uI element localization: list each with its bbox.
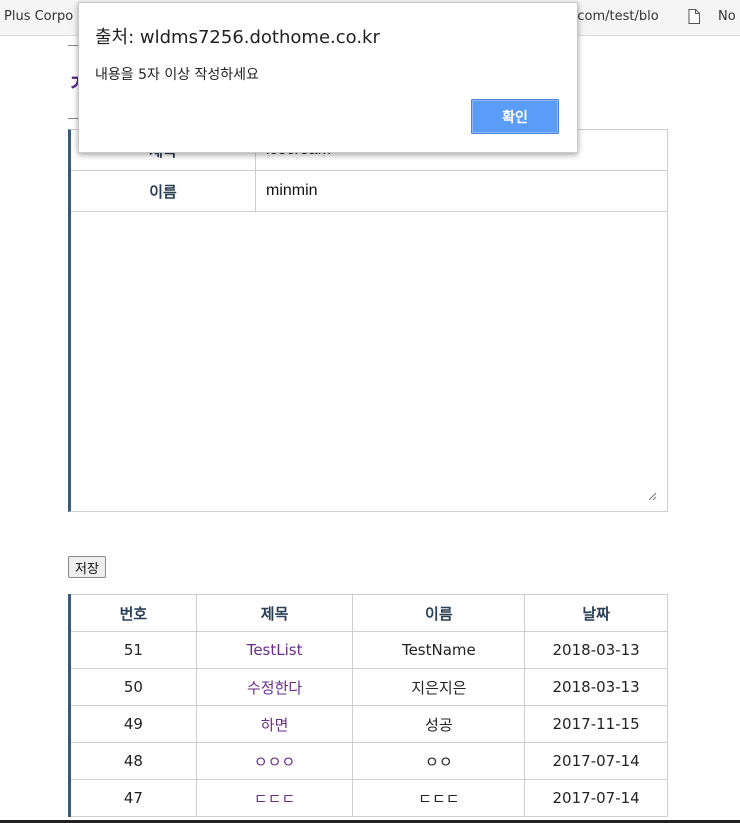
post-list-table: 번호 제목 이름 날짜 51 TestList TestName 2018-03… bbox=[68, 594, 668, 817]
table-row: 49 하면 성공 2017-11-15 bbox=[69, 705, 668, 743]
heading-top-rule bbox=[68, 45, 78, 46]
row-date: 2017-11-15 bbox=[524, 705, 668, 743]
table-row: 48 ㅇㅇㅇ ㅇㅇ 2017-07-14 bbox=[69, 742, 668, 780]
header-date: 날짜 bbox=[524, 594, 668, 632]
row-date: 2018-03-13 bbox=[524, 631, 668, 669]
row-number: 48 bbox=[69, 742, 197, 780]
row-date: 2018-03-13 bbox=[524, 668, 668, 706]
content-area bbox=[71, 212, 667, 511]
row-title-link[interactable]: ㅇㅇㅇ bbox=[195, 742, 354, 780]
row-number: 51 bbox=[69, 631, 197, 669]
row-date: 2017-07-14 bbox=[524, 779, 668, 817]
row-name: 지은지은 bbox=[352, 668, 526, 706]
bookmark-item-blog[interactable]: g.com/test/blo bbox=[565, 9, 659, 24]
name-label: 이름 bbox=[71, 171, 256, 211]
row-date: 2017-07-14 bbox=[524, 742, 668, 780]
save-button[interactable]: 저장 bbox=[68, 556, 106, 578]
row-number: 49 bbox=[69, 705, 197, 743]
row-name: ㄷㄷㄷ bbox=[352, 779, 526, 817]
resize-grip-icon[interactable] bbox=[648, 492, 657, 501]
alert-title: 출처: wldms7256.dothome.co.kr bbox=[95, 27, 380, 48]
name-input[interactable]: minmin bbox=[256, 171, 667, 211]
bookmark-item-no[interactable]: No bbox=[718, 9, 736, 24]
header-number: 번호 bbox=[69, 594, 197, 632]
row-name: TestName bbox=[352, 631, 526, 669]
table-row: 47 ㄷㄷㄷ ㄷㄷㄷ 2017-07-14 bbox=[69, 779, 668, 817]
row-number: 50 bbox=[69, 668, 197, 706]
table-header-row: 번호 제목 이름 날짜 bbox=[69, 594, 668, 632]
header-title: 제목 bbox=[195, 594, 354, 632]
alert-dialog: 출처: wldms7256.dothome.co.kr 내용을 5자 이상 작성… bbox=[78, 2, 578, 153]
row-title-link[interactable]: 수정한다 bbox=[195, 668, 354, 706]
row-name: 성공 bbox=[352, 705, 526, 743]
row-name: ㅇㅇ bbox=[352, 742, 526, 780]
header-name: 이름 bbox=[352, 594, 526, 632]
content-textarea[interactable] bbox=[71, 212, 667, 511]
document-icon bbox=[688, 9, 700, 24]
bookmark-item-plus-corporation[interactable]: Plus Corpo bbox=[4, 9, 73, 24]
form-row-name: 이름 minmin bbox=[71, 171, 667, 212]
row-title-link[interactable]: ㄷㄷㄷ bbox=[195, 779, 354, 817]
row-title-link[interactable]: 하면 bbox=[195, 705, 354, 743]
alert-message: 내용을 5자 이상 작성하세요 bbox=[95, 67, 259, 83]
alert-ok-button[interactable]: 확인 bbox=[471, 99, 559, 134]
row-number: 47 bbox=[69, 779, 197, 817]
row-title-link[interactable]: TestList bbox=[195, 631, 354, 669]
table-row: 50 수정한다 지은지은 2018-03-13 bbox=[69, 668, 668, 706]
write-form: 제목 icecream 이름 minmin bbox=[68, 129, 668, 512]
table-row: 51 TestList TestName 2018-03-13 bbox=[69, 631, 668, 669]
